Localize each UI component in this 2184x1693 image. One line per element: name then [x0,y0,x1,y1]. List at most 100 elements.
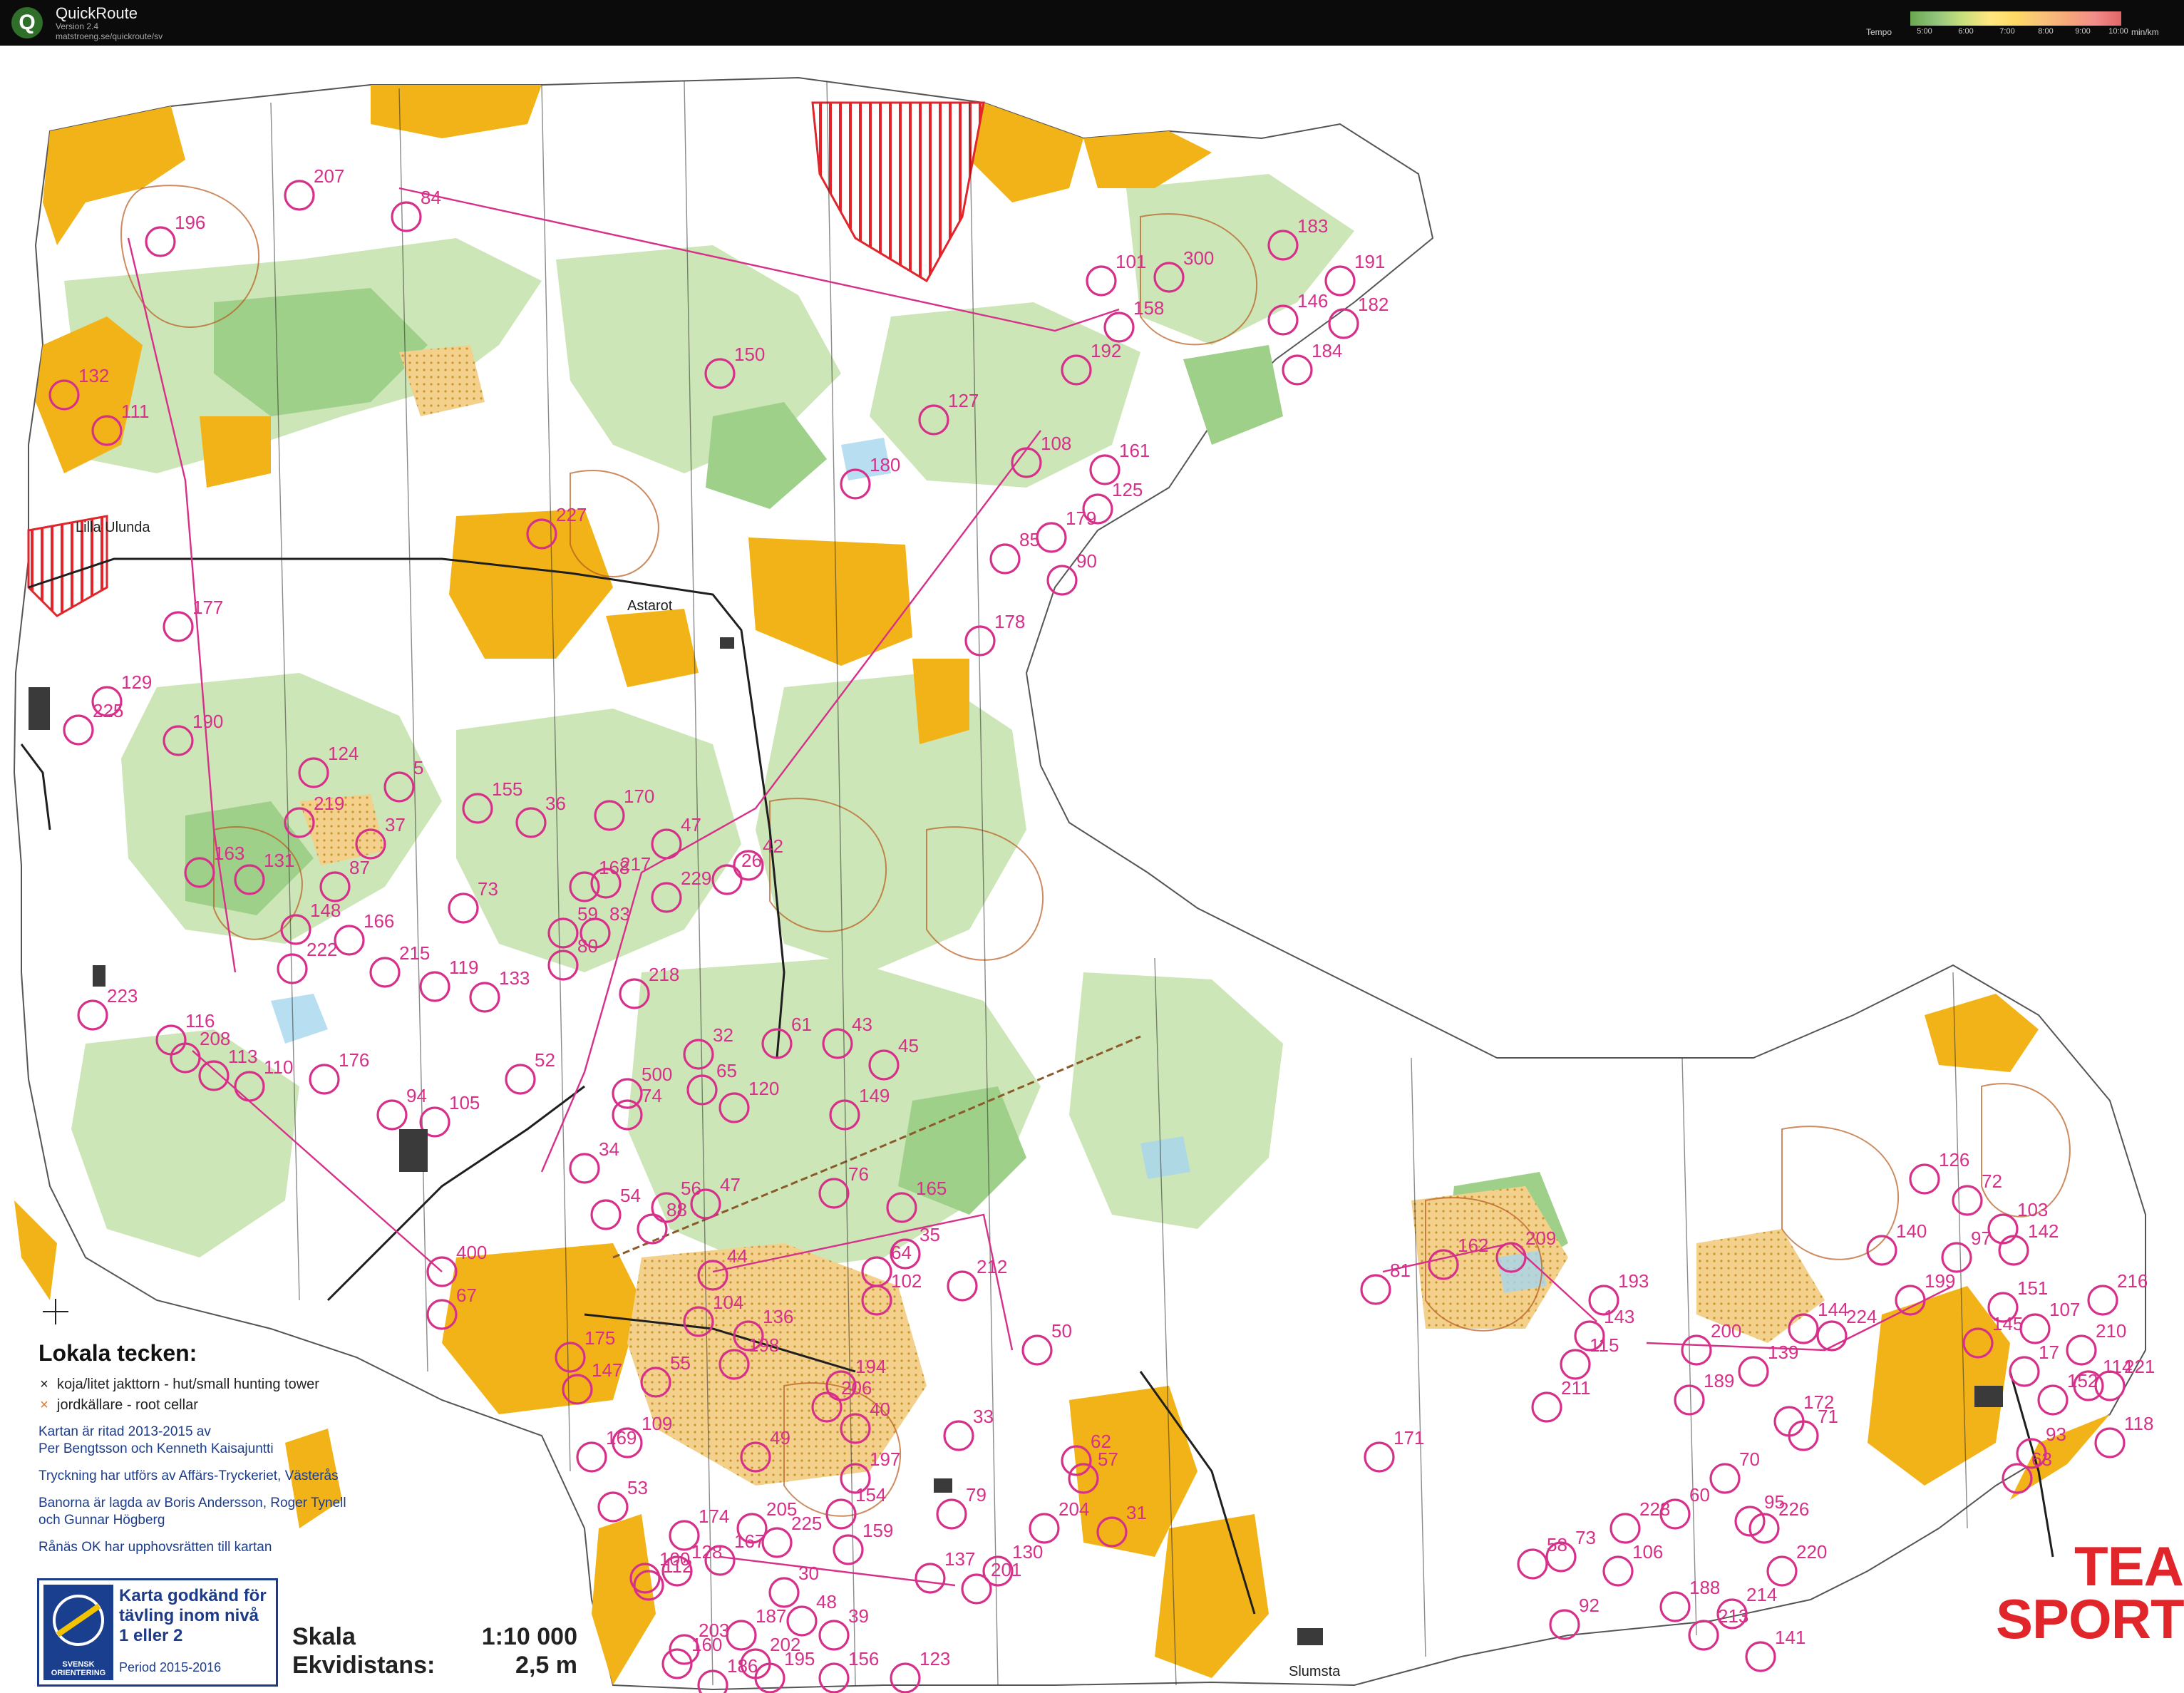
app-version: Version 2.4 [56,21,99,31]
control-circle[interactable] [2094,1427,2126,1458]
control-number: 101 [1116,251,1146,272]
control-number: 229 [681,868,711,889]
control-circle[interactable] [1328,308,1359,339]
control-number: 61 [791,1014,812,1035]
tempo-unit: min/km [2131,27,2159,37]
control-number: 174 [699,1506,729,1527]
control-number: 54 [620,1185,641,1206]
control-number: 178 [994,611,1025,632]
control-number: 222 [307,939,337,960]
control-number: 154 [855,1484,886,1506]
tempo-tick: 9:00 [2075,27,2091,36]
control-circle[interactable] [1745,1641,1776,1672]
control-number: 72 [1982,1170,2002,1192]
control-number: 127 [948,390,979,411]
control-number: 151 [2017,1277,2048,1299]
control-number: 128 [691,1541,722,1563]
equidistance-label: Ekvidistans: [292,1652,436,1679]
control-number: 65 [716,1060,737,1081]
legend-item: × koja/litet jakttorn - hut/small huntin… [38,1376,438,1393]
credit-line: Tryckning har utförs av Affärs-Tryckerie… [38,1468,339,1483]
control-number: 215 [399,942,430,964]
control-number: 115 [1590,1334,1619,1356]
control-number: 79 [966,1484,987,1506]
legend-item: × jordkällare - root cellar [38,1397,438,1414]
control-number: 186 [727,1655,758,1677]
approval-text: Karta godkänd för tävling inom nivå 1 el… [119,1586,267,1645]
control-number: 170 [624,786,654,807]
control-number: 123 [920,1648,950,1669]
control-number: 220 [1796,1541,1827,1563]
control-number: 55 [670,1352,691,1374]
control-number: 80 [577,935,598,957]
tempo-color-scale [1910,11,2121,26]
control-number: 165 [916,1178,947,1199]
tempo-tick: 5:00 [1917,27,1932,36]
control-number: 143 [1604,1306,1634,1327]
control-number: 225 [791,1513,822,1534]
control-number: 45 [898,1035,919,1056]
control-number: 140 [1896,1220,1927,1242]
tempo-label: Tempo [1866,27,1892,37]
control-number: 129 [121,671,152,693]
svensk-orientering-logo: SVENSK ORIENTERING [43,1585,113,1680]
control-number: 133 [499,967,530,989]
control-number: 212 [977,1256,1007,1277]
control-number: 118 [2124,1413,2153,1434]
control-number: 400 [456,1242,487,1263]
control-number: 88 [666,1199,687,1220]
control-number: 74 [642,1085,662,1106]
control-number: 35 [920,1224,940,1245]
control-number: 224 [1846,1306,1877,1327]
control-number: 199 [1925,1270,1955,1292]
control-number: 213 [1718,1605,1748,1627]
control-number: 47 [720,1174,741,1195]
tempo-tick: 8:00 [2038,27,2054,36]
control-number: 206 [841,1377,872,1399]
control-circle[interactable] [1688,1620,1719,1651]
control-number: 50 [1051,1320,1072,1342]
control-number: 102 [891,1270,922,1292]
control-number: 39 [848,1605,869,1627]
control-number: 97 [1971,1228,1992,1249]
control-number: 208 [200,1028,230,1049]
control-number: 63 [2031,1448,2052,1470]
scale-info: Skala 1:10 000 Ekvidistans: 2,5 m [292,1622,577,1679]
legend-title: Lokala tecken: [38,1340,197,1366]
quickroute-logo-icon: Q [11,7,43,38]
control-number: 500 [642,1064,672,1085]
map-legend: Lokala tecken: × koja/litet jakttorn - h… [38,1340,438,1556]
control-number: 196 [175,212,205,233]
credit-line: och Gunnar Högberg [38,1513,165,1528]
control-number: 300 [1183,247,1214,269]
control-circle[interactable] [1282,354,1313,386]
control-number: 204 [1058,1498,1089,1520]
app-url[interactable]: matstroeng.se/quickroute/sv [56,31,163,41]
control-number: 34 [599,1138,619,1160]
control-number: 214 [1746,1584,1777,1605]
control-number: 189 [1704,1370,1734,1391]
control-number: 166 [364,910,394,932]
control-number: 194 [855,1356,886,1377]
control-number: 162 [1458,1235,1488,1256]
root-cellar-symbol-icon: × [40,1397,48,1413]
credit-line: Rånäs OK har upphovsrätten till kartan [38,1540,272,1555]
control-number: 106 [1632,1541,1663,1563]
control-number: 223 [107,985,138,1007]
control-number: 179 [1066,508,1096,529]
control-number: 147 [592,1359,622,1381]
scale-label: Skala [292,1623,356,1650]
control-number: 100 [659,1548,690,1570]
control-number: 40 [870,1399,890,1420]
control-number: 217 [620,853,651,875]
control-number: 184 [1312,340,1342,361]
control-number: 109 [642,1413,672,1434]
control-number: 33 [973,1406,994,1427]
approval-org: SVENSK ORIENTERING [51,1660,106,1677]
control-number: 76 [848,1163,869,1185]
control-number: 148 [310,900,341,921]
control-number: 125 [1112,479,1143,500]
app-title: QuickRoute [56,4,138,22]
place-name: Astarot [627,598,673,614]
control-number: 159 [862,1520,893,1541]
